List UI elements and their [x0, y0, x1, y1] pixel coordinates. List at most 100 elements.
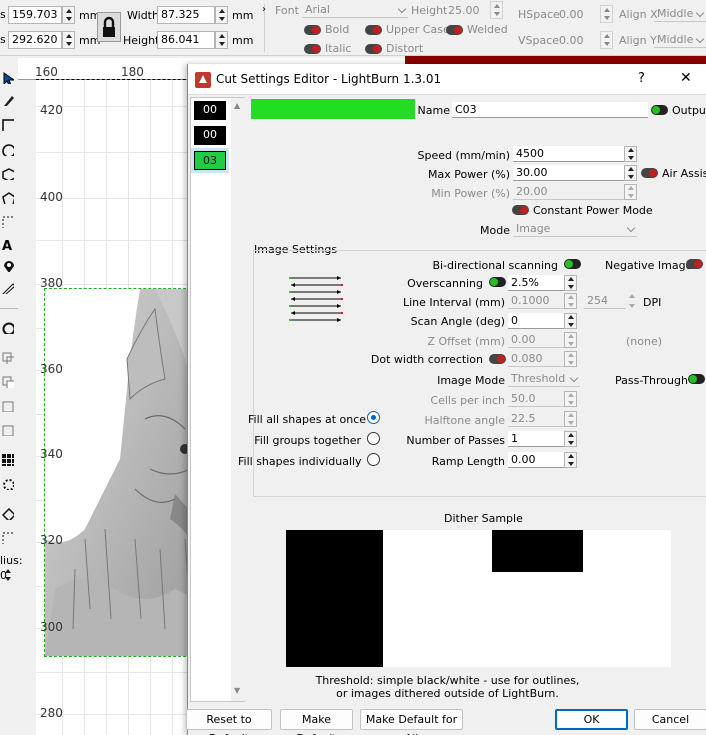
scroll-up-icon[interactable]: ▲ [234, 101, 240, 110]
italic-toggle[interactable] [304, 44, 321, 54]
dpi-spinner[interactable] [626, 293, 639, 309]
hspace-spinner[interactable] [600, 5, 613, 23]
mode-select[interactable]: Image [513, 221, 637, 237]
welded-toggle[interactable] [446, 25, 463, 35]
measure-icon[interactable] [2, 282, 14, 294]
offset-icon[interactable] [2, 322, 14, 334]
constant-power-toggle[interactable] [512, 205, 529, 215]
help-button[interactable]: ? [638, 71, 645, 86]
min-power-spinner[interactable] [624, 184, 637, 200]
ellipse-icon[interactable] [2, 144, 14, 156]
speed-field[interactable]: 4500 [513, 146, 624, 162]
y-spinner[interactable] [62, 31, 75, 49]
image-mode-select[interactable]: Threshold [508, 371, 580, 387]
circular-array-icon[interactable] [2, 478, 14, 490]
bidirectional-toggle[interactable] [564, 259, 581, 269]
min-power-field[interactable]: 20.00 [513, 184, 624, 200]
radius-spinner[interactable] [2, 568, 12, 582]
crop-icon[interactable] [2, 532, 14, 544]
height-spinner[interactable] [215, 31, 228, 49]
distribute-icon[interactable] [2, 424, 14, 436]
negative-image-toggle[interactable] [686, 259, 703, 269]
dog-image[interactable] [44, 288, 196, 657]
make-default-for-all-button[interactable]: Make Default for All [360, 709, 463, 735]
close-button[interactable]: ✕ [680, 70, 692, 86]
layer-item[interactable]: 00 [194, 101, 226, 120]
font-select[interactable]: Arial [302, 2, 408, 18]
cells-per-inch-field[interactable]: 50.0 [508, 391, 564, 407]
overscanning-spinner[interactable] [564, 275, 577, 291]
scan-angle-field[interactable]: 0 [508, 313, 564, 329]
frame-icon[interactable] [2, 216, 14, 228]
align-x-select[interactable]: Middle [654, 6, 706, 22]
ramp-length-spinner[interactable] [564, 452, 577, 468]
dot-width-toggle[interactable] [489, 354, 506, 364]
max-power-spinner[interactable] [624, 165, 637, 181]
overscanning-field[interactable]: 2.5% [508, 275, 564, 291]
halftone-angle-spinner[interactable] [564, 411, 577, 427]
rectangle-icon[interactable] [2, 119, 14, 131]
layer-list-scrollbar[interactable]: ▲ ▼ [231, 98, 245, 701]
reset-to-default-button[interactable]: Reset to Default [186, 709, 272, 735]
width-spinner[interactable] [215, 6, 228, 24]
array-grid-icon[interactable] [2, 454, 14, 466]
y-position-field[interactable]: 292.620 [8, 31, 62, 49]
lightburn-window: s 159.703 mm s 292.620 mm Width 87.325 m… [0, 0, 706, 735]
line-interval-spinner[interactable] [564, 293, 577, 309]
node-edit-icon[interactable] [2, 508, 14, 520]
pen-icon[interactable] [2, 94, 14, 106]
output-toggle[interactable] [651, 105, 668, 115]
pass-through-toggle[interactable] [688, 374, 705, 384]
name-field[interactable]: C03 [452, 102, 648, 118]
dialog-titlebar[interactable]: Cut Settings Editor - LightBurn 1.3.01 ?… [188, 64, 706, 95]
layer-item[interactable]: 03 [194, 151, 226, 170]
line-interval-field[interactable]: 0.1000 [508, 293, 564, 309]
text-icon[interactable]: A [2, 238, 14, 250]
align-y-select[interactable]: Middle [654, 32, 706, 48]
layer-item[interactable]: 00 [194, 126, 226, 145]
position-icon[interactable] [2, 260, 14, 272]
fill-individually-radio[interactable] [367, 453, 380, 466]
align-icon[interactable] [2, 400, 14, 412]
width-field[interactable]: 87.325 [157, 6, 215, 24]
text-height-value[interactable]: 25.00 [448, 4, 480, 17]
threshold-description: Threshold: simple black/white - use for … [315, 674, 580, 687]
air-assist-toggle[interactable] [641, 168, 658, 178]
x-position-field[interactable]: 159.703 [8, 6, 62, 24]
vspace-spinner[interactable] [600, 31, 613, 49]
select-arrow-icon[interactable] [2, 72, 14, 84]
scan-angle-spinner[interactable] [564, 313, 577, 329]
fill-all-radio[interactable] [367, 411, 380, 424]
max-power-field[interactable]: 30.00 [513, 165, 624, 181]
dot-width-field[interactable]: 0.080 [508, 351, 564, 367]
halftone-angle-field[interactable]: 22.5 [508, 411, 564, 427]
passes-field[interactable]: 1 [508, 431, 564, 447]
ramp-length-field[interactable]: 0.00 [508, 452, 564, 468]
distort-toggle[interactable] [365, 44, 382, 54]
passes-spinner[interactable] [564, 431, 577, 447]
z-offset-field[interactable]: 0.00 [508, 332, 564, 348]
fill-groups-radio[interactable] [367, 432, 380, 445]
make-default-button[interactable]: Make Default [280, 709, 353, 735]
lock-ratio-button[interactable] [97, 12, 121, 42]
x-spinner[interactable] [62, 6, 75, 24]
bold-toggle[interactable] [304, 25, 321, 35]
ok-button[interactable]: OK [555, 709, 628, 730]
group-icon[interactable] [2, 352, 14, 364]
ungroup-icon[interactable] [2, 376, 14, 388]
height-field[interactable]: 86.041 [157, 31, 215, 49]
hspace-value[interactable]: 0.00 [559, 8, 584, 21]
expand-arrow-icon[interactable]: › [262, 4, 266, 15]
polygon-icon[interactable] [2, 168, 14, 180]
cancel-button[interactable]: Cancel [634, 709, 706, 730]
speed-spinner[interactable] [624, 146, 637, 162]
cells-per-inch-spinner[interactable] [564, 391, 577, 407]
vspace-value[interactable]: 0.00 [559, 34, 584, 47]
overscanning-toggle[interactable] [489, 277, 506, 287]
z-offset-spinner[interactable] [564, 332, 577, 348]
dot-width-spinner[interactable] [564, 351, 577, 367]
text-height-spinner[interactable] [490, 1, 503, 19]
upper-case-toggle[interactable] [365, 25, 382, 35]
dpi-field[interactable]: 254 [584, 293, 626, 309]
polygon2-icon[interactable] [2, 192, 14, 204]
